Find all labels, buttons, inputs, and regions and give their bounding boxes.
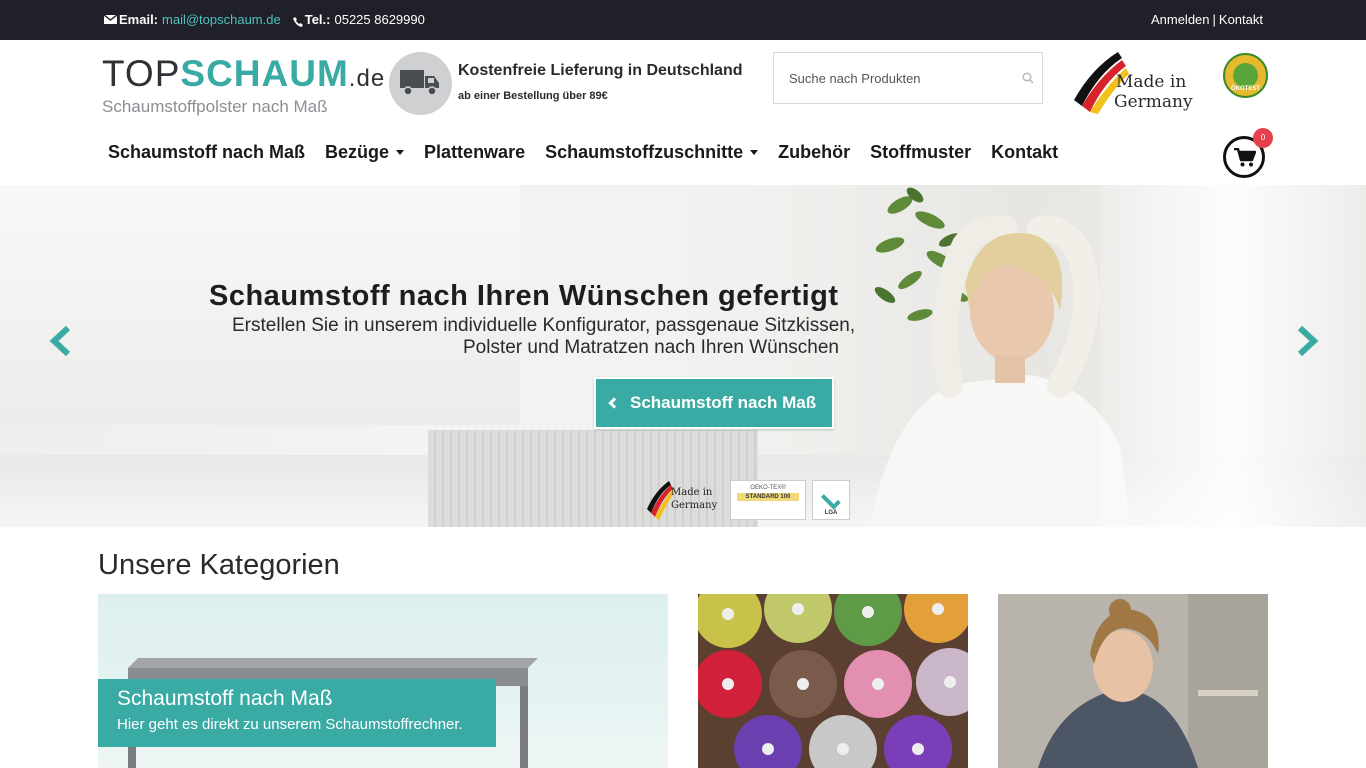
- email-link[interactable]: mail@topschaum.de: [162, 12, 281, 27]
- category-tile-fabric[interactable]: [698, 594, 968, 768]
- shipping-subtitle: ab einer Bestellung über 89€: [458, 90, 608, 102]
- contact-info: Email: mail@topschaum.de Tel.: 05225 862…: [104, 12, 425, 27]
- nav-item-kontakt[interactable]: Kontakt: [991, 142, 1058, 163]
- truck-icon: [389, 52, 452, 115]
- category-title: Schaumstoff nach Maß: [117, 687, 333, 710]
- shopping-cart-icon: [1234, 148, 1256, 167]
- hero-title: Schaumstoff nach Ihren Wünschen gefertig…: [209, 280, 839, 312]
- search-icon[interactable]: [1022, 71, 1034, 89]
- login-link[interactable]: Anmelden: [1151, 12, 1210, 27]
- cart-count-badge: 0: [1253, 128, 1273, 148]
- category-tile-schaumstoff-nach-mass[interactable]: Schaumstoff nach Maß Hier geht es direkt…: [98, 594, 668, 768]
- hero-description-line1: Erstellen Sie in unserem individuelle Ko…: [232, 315, 856, 336]
- categories-heading: Unsere Kategorien: [98, 549, 340, 581]
- nav-item-bezuege[interactable]: Bezüge: [325, 142, 405, 163]
- category-caption: Schaumstoff nach Maß Hier geht es direkt…: [98, 679, 496, 747]
- account-links: Anmelden | Kontakt: [1151, 12, 1263, 27]
- link-separator: |: [1212, 12, 1216, 27]
- contact-link[interactable]: Kontakt: [1219, 12, 1263, 27]
- lga-label: LGA: [824, 510, 838, 516]
- made-in-germany-badge: Made in Germany: [1072, 50, 1196, 116]
- hero-certification-badges: Made in Germany OEKO-TEX® STANDARD 100 L…: [645, 479, 850, 521]
- slider-next-button[interactable]: [1296, 325, 1320, 357]
- search-input[interactable]: [774, 53, 1010, 103]
- main-navigation: Schaumstoff nach Maß Bezüge Plattenware …: [108, 142, 1078, 163]
- category-tile-sewing[interactable]: [998, 594, 1268, 768]
- lga-badge: LGA: [812, 480, 850, 520]
- oeko-tex-label: OEKO-TEX®: [750, 485, 786, 491]
- phone-label: Tel.:: [304, 12, 331, 27]
- oekotest-seal-icon: ÖKOTEST: [1223, 53, 1268, 98]
- nav-item-schaumstoff-nach-mass[interactable]: Schaumstoff nach Maß: [108, 142, 305, 163]
- chevron-left-icon: [49, 325, 71, 357]
- phone-number[interactable]: 05225 8629990: [334, 12, 424, 27]
- nav-item-stoffmuster[interactable]: Stoffmuster: [870, 142, 971, 163]
- logo-tagline: Schaumstoffpolster nach Maß: [102, 97, 328, 116]
- checkmark-icon: [821, 489, 841, 510]
- nav-item-schaumstoffzuschnitte[interactable]: Schaumstoffzuschnitte: [545, 142, 759, 163]
- fabric-rolls-image: [698, 594, 968, 768]
- nav-item-plattenware[interactable]: Plattenware: [424, 142, 525, 163]
- oeko-tex-badge: OEKO-TEX® STANDARD 100: [730, 480, 806, 520]
- phone-icon: [292, 15, 303, 27]
- chevron-down-icon: [396, 150, 405, 155]
- made-in-germany-badge: Made in Germany: [645, 479, 725, 521]
- hero-description-line2: Polster und Matratzen nach Ihren Wünsche…: [463, 337, 839, 358]
- chevron-left-icon: [608, 397, 620, 409]
- top-bar: Email: mail@topschaum.de Tel.: 05225 862…: [0, 0, 1366, 40]
- envelope-icon: [104, 15, 117, 24]
- email-label: Email:: [119, 12, 159, 27]
- shipping-title: Kostenfreie Lieferung in Deutschland: [458, 62, 743, 79]
- made-in-line2: Germany: [1114, 92, 1193, 112]
- nav-item-zubehoer[interactable]: Zubehör: [778, 142, 850, 163]
- hero-made-in-line1: Made in: [671, 487, 713, 498]
- site-logo[interactable]: TOPSCHAUM.de Schaumstoffpolster nach Maß: [102, 53, 386, 117]
- slider-prev-button[interactable]: [48, 325, 72, 357]
- category-subtitle: Hier geht es direkt zu unserem Schaumsto…: [117, 716, 463, 733]
- oeko-tex-standard: STANDARD 100: [737, 493, 799, 501]
- hero-cta-label: Schaumstoff nach Maß: [630, 393, 817, 412]
- logo-wordmark: TOPSCHAUM.de: [102, 53, 386, 94]
- chevron-right-icon: [1297, 325, 1319, 357]
- phone-info: Tel.: 05225 8629990: [292, 12, 425, 27]
- chevron-down-icon: [750, 150, 759, 155]
- oekotest-label: ÖKOTEST: [1230, 86, 1260, 92]
- search-box: [773, 52, 1043, 104]
- seamstress-image: [998, 594, 1268, 768]
- hero-cta-button[interactable]: Schaumstoff nach Maß: [594, 377, 834, 429]
- hero-background-curtain: [1100, 185, 1366, 527]
- hero-slider: Schaumstoff nach Ihren Wünschen gefertig…: [0, 185, 1366, 527]
- hero-made-in-line2: Germany: [671, 500, 718, 511]
- made-in-line1: Made in: [1116, 72, 1187, 92]
